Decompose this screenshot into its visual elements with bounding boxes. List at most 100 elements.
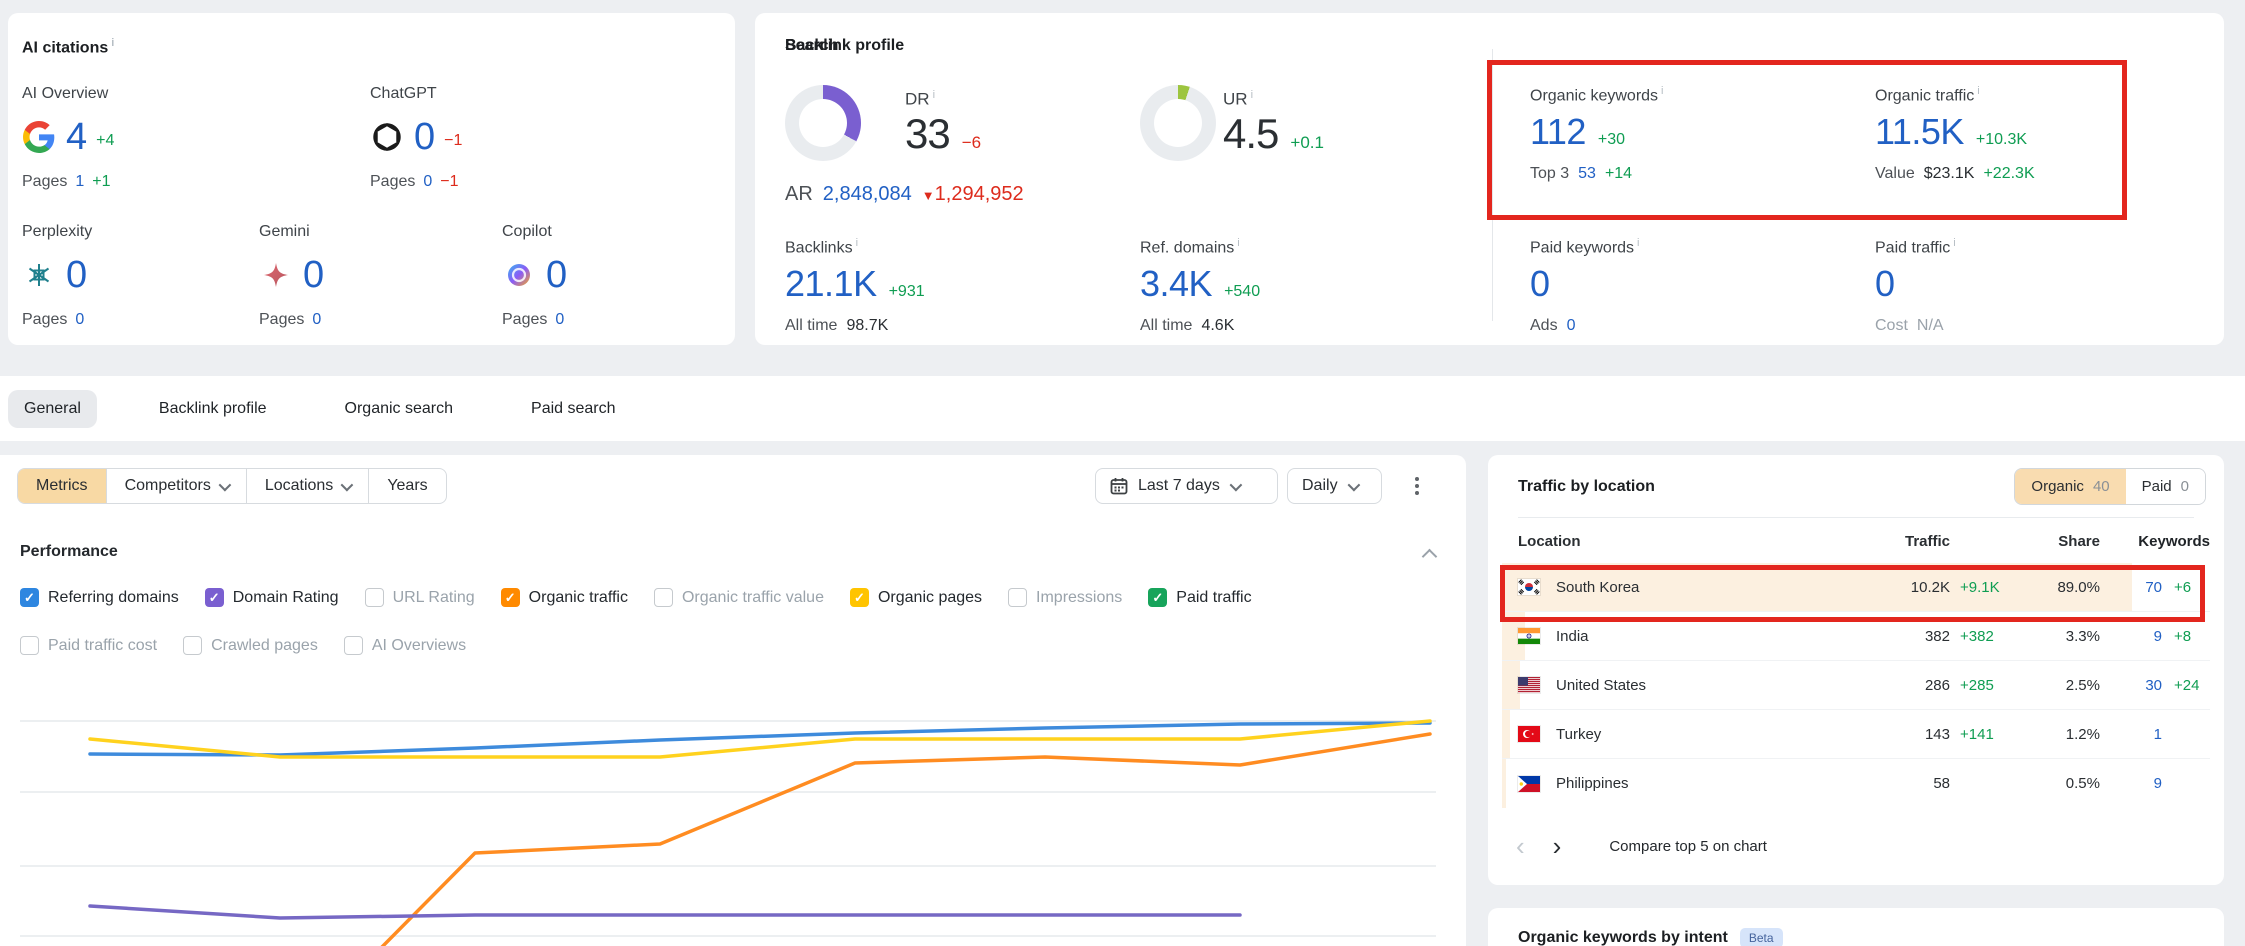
info-icon[interactable]: [1237, 237, 1239, 249]
backlinks-change: +931: [889, 283, 925, 301]
ref-domains-value[interactable]: 3.4K: [1140, 263, 1212, 305]
ai-pages-value[interactable]: 0: [423, 173, 432, 191]
url-rating-metric: UR 4.5 +0.1: [1223, 89, 1324, 158]
ai-citations-change: −1: [444, 132, 462, 150]
ai-citations-title: AI citations: [22, 37, 114, 57]
tab-organic-search[interactable]: Organic search: [329, 390, 470, 428]
ai-pages-value[interactable]: 0: [555, 311, 564, 329]
ai-pages-change: −1: [440, 173, 458, 191]
filter-segment-group: MetricsCompetitors Locations Years: [17, 468, 447, 504]
tab-backlink-profile[interactable]: Backlink profile: [143, 390, 283, 428]
ai-citations-value[interactable]: 0: [546, 254, 566, 297]
info-icon[interactable]: [1977, 85, 1979, 97]
info-icon[interactable]: [1953, 237, 1955, 249]
metric-checkbox-referring-domains[interactable]: ✓Referring domains: [20, 588, 179, 607]
checkbox-icon: ✓: [1148, 588, 1167, 607]
ai-citations-value[interactable]: 0: [66, 254, 86, 297]
location-row-south-korea[interactable]: South Korea10.2K+9.1K89.0%70+6: [1502, 563, 2210, 612]
granularity-button[interactable]: Daily: [1287, 468, 1382, 504]
ai-source-label: AI Overview: [22, 85, 252, 103]
filter-segment-metrics[interactable]: Metrics: [18, 469, 107, 503]
location-row-india[interactable]: India382+3823.3%9+8: [1502, 612, 2210, 661]
chart-line-domain-rating: [90, 906, 1240, 918]
date-range-label: Last 7 days: [1138, 477, 1220, 495]
ai-citation-item-perplexity: Perplexity0Pages0: [22, 223, 252, 329]
metric-checkbox-impressions[interactable]: Impressions: [1008, 588, 1122, 607]
filter-segment-competitors[interactable]: Competitors: [107, 469, 247, 503]
share-value: 89.0%: [2020, 579, 2100, 596]
share-value: 2.5%: [2020, 677, 2100, 694]
tab-general[interactable]: General: [8, 390, 97, 428]
info-icon[interactable]: [1251, 89, 1253, 101]
ai-pages-value[interactable]: 1: [75, 173, 84, 191]
backlinks-value[interactable]: 21.1K: [785, 263, 877, 305]
chevron-down-icon: [218, 478, 231, 491]
location-name: United States: [1556, 677, 1646, 694]
ar-value[interactable]: 2,848,084: [823, 183, 912, 206]
compare-top5-link[interactable]: Compare top 5 on chart: [1609, 838, 1767, 855]
flag-icon-ph: [1518, 776, 1540, 792]
checkbox-icon: ✓: [20, 588, 39, 607]
location-row-turkey[interactable]: Turkey143+1411.2%1: [1502, 710, 2210, 759]
metric-checkbox-organic-traffic[interactable]: ✓Organic traffic: [501, 588, 628, 607]
location-row-philippines[interactable]: Philippines580.5%9: [1502, 759, 2210, 808]
gemini-icon: [259, 258, 293, 292]
chevron-down-icon: [1229, 478, 1242, 491]
more-options-kebab[interactable]: [1403, 472, 1431, 500]
ai-citation-item-copilot: Copilot0Pages0: [502, 223, 732, 329]
ai-citations-change: +4: [96, 132, 114, 150]
organic-paid-toggle: Organic40Paid0: [2014, 468, 2206, 505]
filter-segment-locations[interactable]: Locations: [247, 469, 370, 503]
calendar-icon: [1110, 477, 1128, 495]
ur-label: UR: [1223, 90, 1248, 109]
date-range-button[interactable]: Last 7 days: [1095, 468, 1278, 504]
beta-badge: Beta: [1740, 928, 1783, 946]
ai-source-label: Copilot: [502, 223, 732, 241]
metric-checkbox-organic-traffic-value[interactable]: Organic traffic value: [654, 588, 824, 607]
ai-citation-item-gemini: Gemini0Pages0: [259, 223, 489, 329]
info-icon[interactable]: [856, 237, 858, 249]
stat-value[interactable]: 0: [1530, 263, 1550, 305]
info-icon[interactable]: [1661, 85, 1663, 97]
keywords-value[interactable]: 1: [2100, 726, 2162, 743]
ai-pages-value[interactable]: 0: [75, 311, 84, 329]
location-table-pager: ‹ › Compare top 5 on chart: [1502, 833, 2210, 859]
ai-citations-value[interactable]: 0: [414, 116, 434, 159]
ai-citations-value[interactable]: 4: [66, 116, 86, 159]
metric-checkbox-paid-traffic[interactable]: ✓Paid traffic: [1148, 588, 1251, 607]
checkbox-icon: [654, 588, 673, 607]
ai-pages-value[interactable]: 0: [312, 311, 321, 329]
location-row-united-states[interactable]: United States286+2852.5%30+24: [1502, 661, 2210, 710]
keywords-value[interactable]: 30: [2100, 677, 2162, 694]
ai-citations-value[interactable]: 0: [303, 254, 323, 297]
keywords-value[interactable]: 70: [2100, 579, 2162, 596]
metric-checkbox-domain-rating[interactable]: ✓Domain Rating: [205, 588, 339, 607]
filter-segment-years[interactable]: Years: [369, 469, 445, 503]
info-icon[interactable]: [111, 37, 114, 49]
stat-value[interactable]: 0: [1875, 263, 1895, 305]
traffic-change: +382: [1950, 628, 2020, 645]
stat-value[interactable]: 112: [1530, 111, 1586, 153]
metric-checkbox-organic-pages[interactable]: ✓Organic pages: [850, 588, 982, 607]
chevron-down-icon: [341, 478, 354, 491]
keywords-value[interactable]: 9: [2100, 628, 2162, 645]
stat-value[interactable]: 11.5K: [1875, 111, 1964, 153]
metric-checkbox-url-rating[interactable]: URL Rating: [365, 588, 475, 607]
flag-icon-tr: [1518, 726, 1540, 742]
toggle-organic[interactable]: Organic40: [2015, 469, 2125, 504]
keywords-change: +6: [2162, 579, 2210, 596]
ref-domains-alltime: 4.6K: [1201, 317, 1234, 335]
dashboard-screen: AI citations AI Overview4+4Pages1+1ChatG…: [0, 0, 2245, 946]
toggle-count: 40: [2093, 478, 2110, 495]
info-icon[interactable]: [1637, 237, 1639, 249]
keywords-value[interactable]: 9: [2100, 775, 2162, 792]
info-icon[interactable]: [933, 89, 935, 101]
overview-main-panel: MetricsCompetitors Locations Years Last …: [0, 455, 1466, 946]
chevron-up-icon[interactable]: [1422, 549, 1438, 565]
chevron-down-icon: [1347, 478, 1360, 491]
dr-label: DR: [905, 90, 930, 109]
next-page-arrow[interactable]: ›: [1539, 833, 1576, 859]
prev-page-arrow[interactable]: ‹: [1502, 833, 1539, 859]
toggle-paid[interactable]: Paid0: [2126, 469, 2205, 504]
tab-paid-search[interactable]: Paid search: [515, 390, 632, 428]
